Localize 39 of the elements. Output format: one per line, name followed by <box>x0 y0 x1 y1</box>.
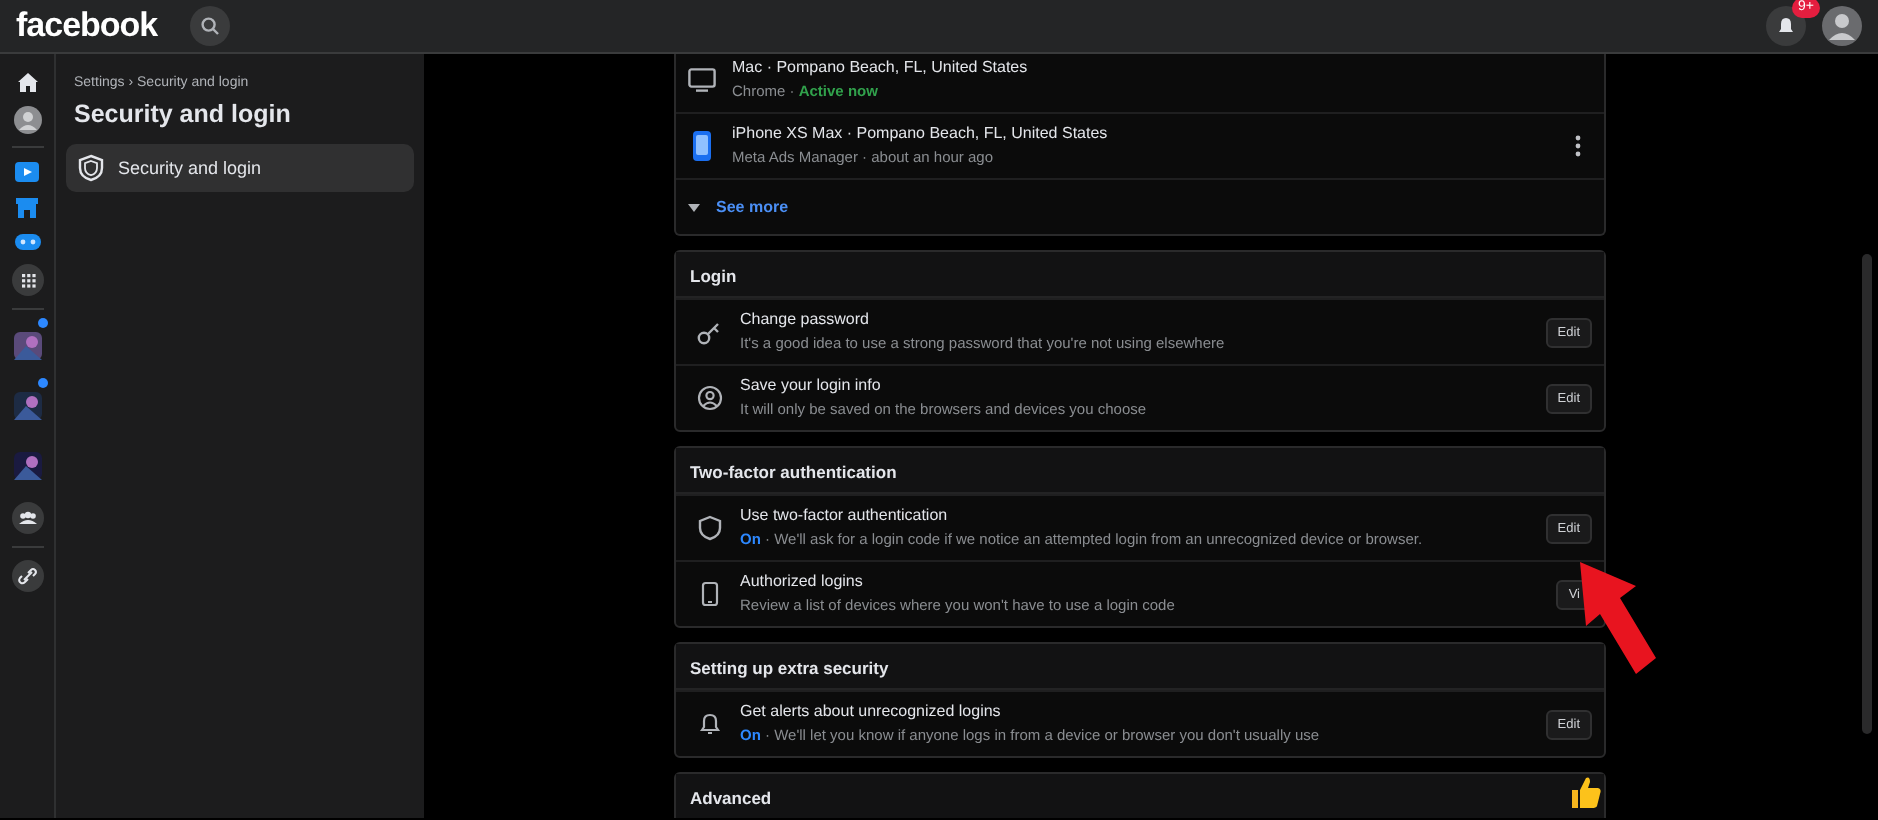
setting-title: Save your login info <box>740 374 883 399</box>
bell-icon <box>1776 16 1796 36</box>
phone-icon <box>688 130 716 162</box>
section-header: Two-factor authentication <box>676 448 1604 494</box>
home-icon[interactable] <box>15 70 39 94</box>
device-name: Mac · Pompano Beach, FL, United States <box>732 55 1030 80</box>
profile-avatar[interactable] <box>13 106 41 134</box>
groups-icon[interactable] <box>11 502 43 534</box>
facebook-logo[interactable]: facebook <box>16 0 158 52</box>
setting-title: Get alerts about unrecognized logins <box>740 700 1003 725</box>
section-header: Login <box>676 252 1604 298</box>
page-title: Security and login <box>72 97 293 132</box>
shield-icon <box>696 514 724 542</box>
phone-icon <box>696 580 724 608</box>
sidebar-item[interactable]: Security and login <box>66 144 414 193</box>
person-icon <box>696 384 724 412</box>
search-icon <box>199 16 220 36</box>
store-icon[interactable] <box>14 196 40 220</box>
profile-avatar[interactable] <box>1822 6 1862 46</box>
see-more-link[interactable]: See more <box>688 195 789 219</box>
search-button[interactable] <box>189 6 230 46</box>
bell-icon <box>696 710 724 738</box>
setting-title: Authorized logins <box>740 570 865 595</box>
section-header: Advanced <box>676 774 1604 818</box>
shield-icon <box>78 154 104 183</box>
gamepad-icon[interactable] <box>13 232 41 252</box>
scrollbar[interactable] <box>1862 254 1872 734</box>
section-header: Setting up extra security <box>676 644 1604 690</box>
caret-icon <box>688 203 700 211</box>
more-options-icon[interactable] <box>1574 134 1582 158</box>
thumbs-up-icon <box>1568 774 1604 810</box>
key-icon <box>696 318 724 346</box>
setting-title: Change password <box>740 308 871 333</box>
device-name: iPhone XS Max · Pompano Beach, FL, United States <box>732 122 1110 147</box>
menu-icon[interactable] <box>11 264 43 296</box>
desktop-icon <box>688 67 716 91</box>
link-icon[interactable] <box>11 560 43 592</box>
setting-title: Use two-factor authentication <box>740 504 950 529</box>
video-icon[interactable] <box>14 160 40 184</box>
